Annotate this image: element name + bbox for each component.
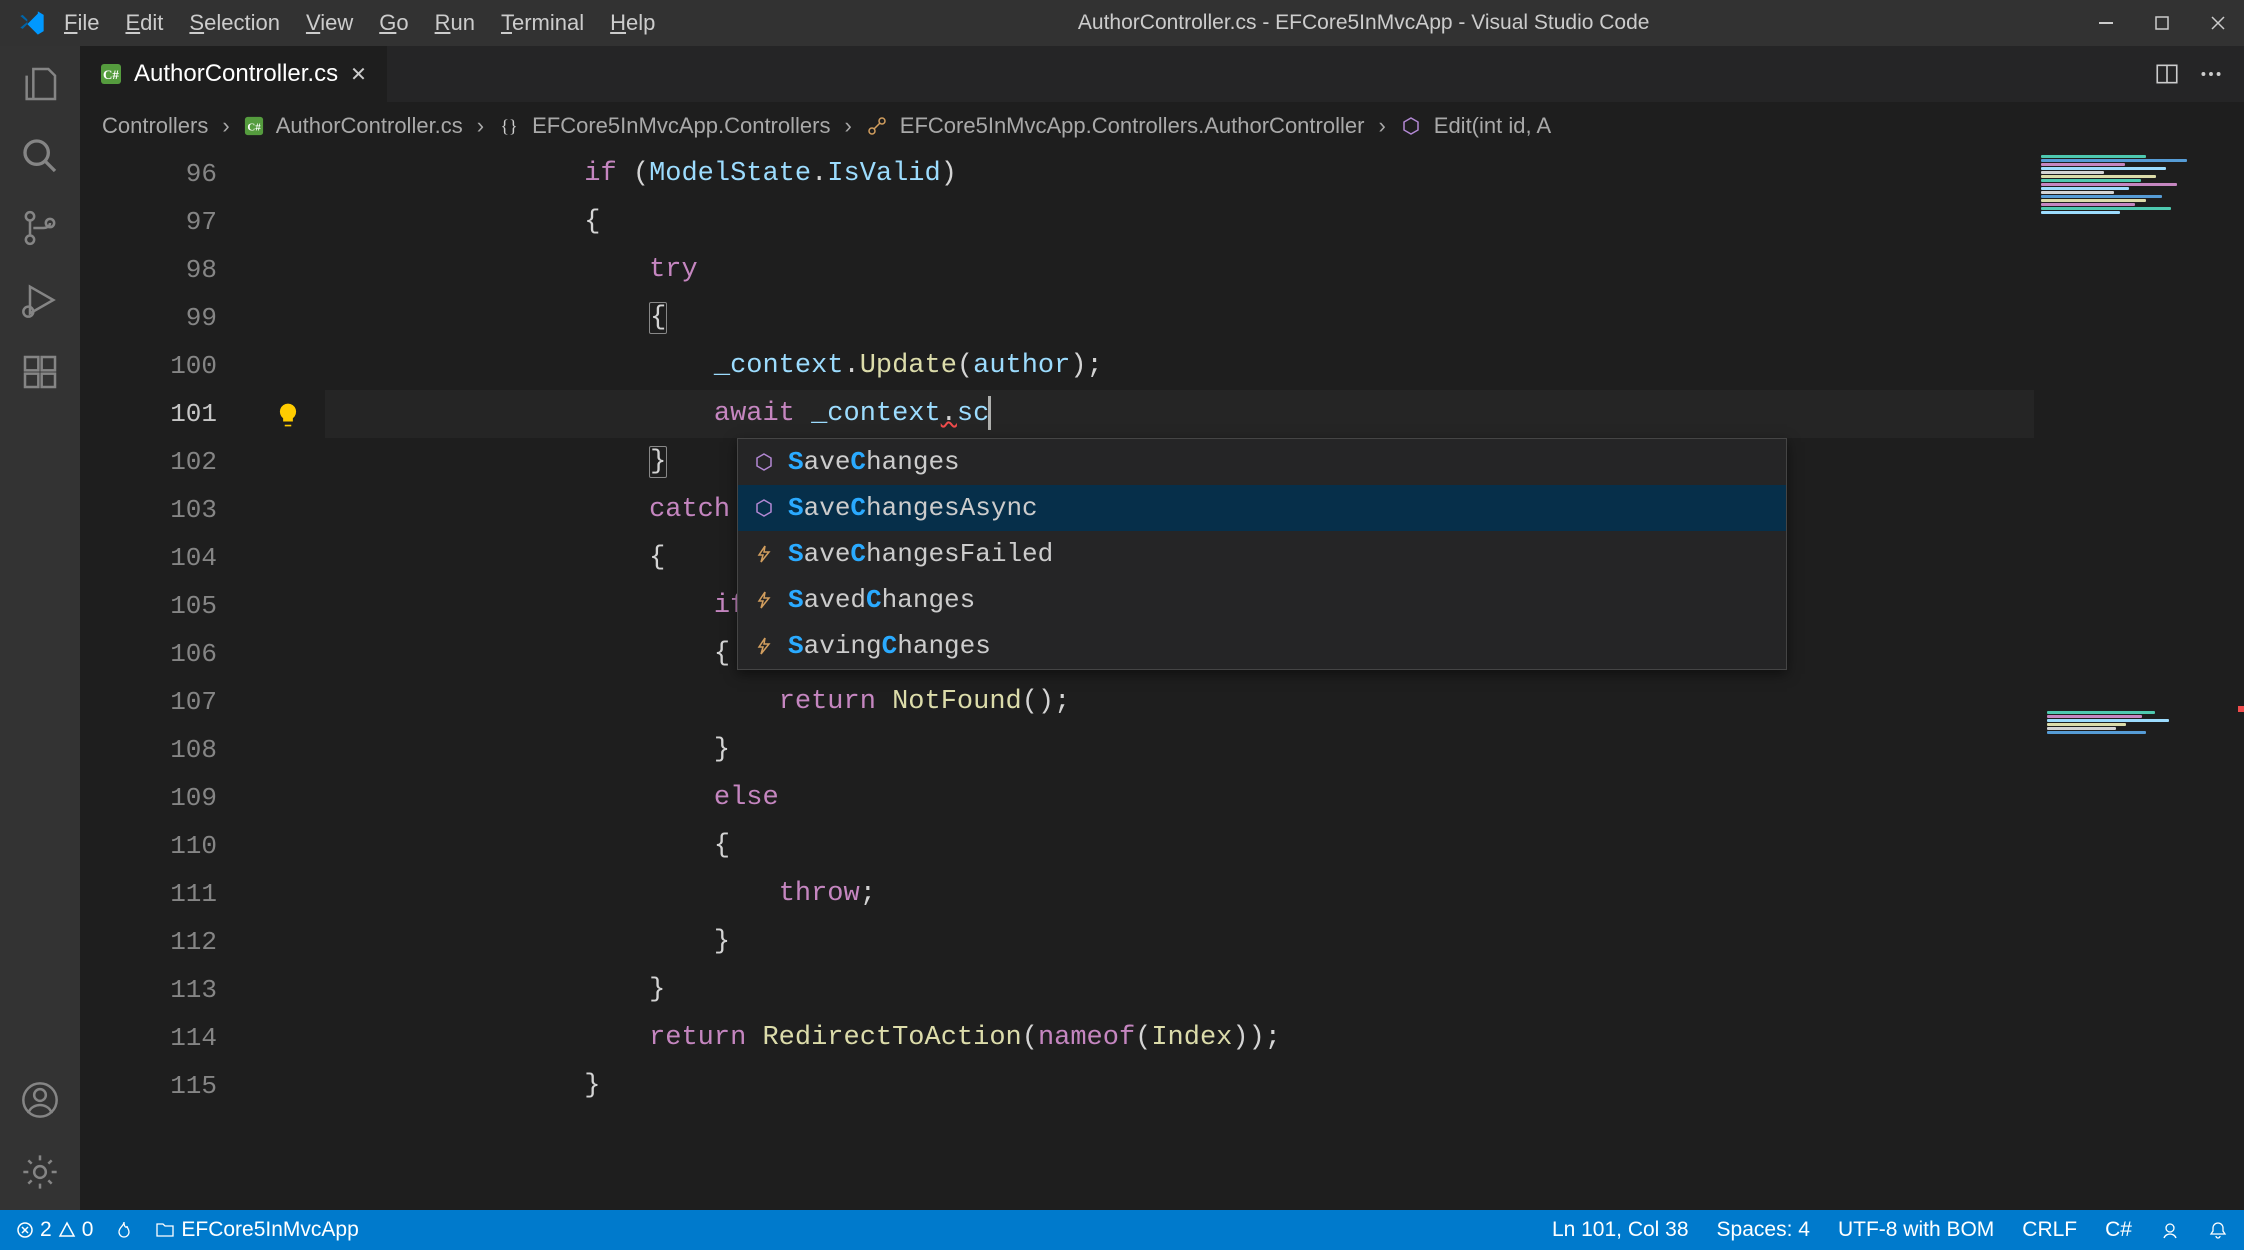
intellisense-label: SaveChangesFailed (788, 539, 1053, 569)
class-icon (866, 115, 888, 137)
editor[interactable]: 96 97 98 99 100 101 102 103 104 105 106 … (80, 150, 2244, 1210)
intellisense-label: SaveChangesAsync (788, 493, 1038, 523)
line-number-gutter: 96 97 98 99 100 101 102 103 104 105 106 … (80, 150, 255, 1210)
breadcrumb-segment[interactable]: EFCore5InMvcApp.Controllers (532, 113, 830, 139)
breadcrumb-segment[interactable]: Controllers (102, 113, 208, 139)
chevron-right-icon: › (222, 113, 229, 139)
chevron-right-icon: › (1378, 113, 1385, 139)
intellisense-item[interactable]: SaveChangesFailed (738, 531, 1786, 577)
menu-run[interactable]: Run (435, 10, 475, 36)
svg-text:C#: C# (103, 67, 119, 82)
explorer-icon[interactable] (20, 64, 60, 104)
maximize-button[interactable] (2148, 9, 2176, 37)
chevron-right-icon: › (844, 113, 851, 139)
vscode-logo-icon (18, 9, 46, 37)
tab-authorcontroller[interactable]: C# AuthorController.cs ✕ (80, 46, 388, 102)
intellisense-label: SaveChanges (788, 447, 960, 477)
minimize-button[interactable] (2092, 9, 2120, 37)
feedback-icon[interactable] (2160, 1220, 2180, 1240)
method-icon (752, 450, 776, 474)
menu-bar: File Edit Selection View Go Run Terminal… (64, 10, 655, 36)
event-icon (752, 542, 776, 566)
status-indent[interactable]: Spaces: 4 (1717, 1218, 1810, 1242)
svg-text:C#: C# (247, 122, 261, 134)
method-icon (752, 496, 776, 520)
breadcrumb-segment[interactable]: Edit(int id, A (1434, 113, 1551, 139)
titlebar: File Edit Selection View Go Run Terminal… (0, 0, 2244, 46)
menu-go[interactable]: Go (379, 10, 408, 36)
breadcrumb-segment[interactable]: AuthorController.cs (276, 113, 463, 139)
status-flame-icon[interactable] (115, 1220, 133, 1240)
status-language[interactable]: C# (2105, 1218, 2132, 1242)
tab-close-icon[interactable]: ✕ (350, 62, 367, 87)
split-editor-icon[interactable] (2154, 61, 2180, 87)
namespace-icon: {} (498, 115, 520, 137)
settings-gear-icon[interactable] (20, 1152, 60, 1192)
intellisense-item[interactable]: SavedChanges (738, 577, 1786, 623)
status-problems[interactable]: 2 0 (16, 1218, 93, 1242)
notifications-icon[interactable] (2208, 1220, 2228, 1240)
menu-help[interactable]: Help (610, 10, 655, 36)
csharp-file-icon: C# (100, 63, 122, 85)
event-icon (752, 634, 776, 658)
chevron-right-icon: › (477, 113, 484, 139)
menu-edit[interactable]: Edit (125, 10, 163, 36)
menu-file[interactable]: File (64, 10, 99, 36)
accounts-icon[interactable] (20, 1080, 60, 1120)
tab-label: AuthorController.cs (134, 60, 338, 88)
window-title: AuthorController.cs - EFCore5InMvcApp - … (655, 11, 2072, 35)
run-debug-icon[interactable] (20, 280, 60, 320)
lightbulb-icon[interactable] (275, 402, 301, 428)
intellisense-label: SavedChanges (788, 585, 975, 615)
search-icon[interactable] (20, 136, 60, 176)
extensions-icon[interactable] (20, 352, 60, 392)
intellisense-item[interactable]: SaveChanges (738, 439, 1786, 485)
activity-bar (0, 46, 80, 1210)
intellisense-popup[interactable]: SaveChanges SaveChangesAsync SaveChanges… (737, 438, 1787, 670)
statusbar: 2 0 EFCore5InMvcApp Ln 101, Col 38 Space… (0, 1210, 2244, 1250)
menu-terminal[interactable]: Terminal (501, 10, 584, 36)
text-cursor (988, 396, 991, 430)
event-icon (752, 588, 776, 612)
status-encoding[interactable]: UTF-8 with BOM (1838, 1218, 1994, 1242)
status-project[interactable]: EFCore5InMvcApp (155, 1218, 358, 1242)
status-position[interactable]: Ln 101, Col 38 (1552, 1218, 1689, 1242)
more-actions-icon[interactable] (2198, 61, 2224, 87)
glyph-margin (255, 150, 325, 1210)
minimap[interactable] (2034, 150, 2244, 1210)
svg-text:{}: {} (500, 116, 517, 136)
intellisense-label: SavingChanges (788, 631, 991, 661)
tab-bar: C# AuthorController.cs ✕ (80, 46, 2244, 102)
status-eol[interactable]: CRLF (2022, 1218, 2077, 1242)
source-control-icon[interactable] (20, 208, 60, 248)
code-area[interactable]: if (ModelState.IsValid) { try { _context… (325, 150, 2034, 1210)
breadcrumb[interactable]: Controllers › C# AuthorController.cs › {… (80, 102, 2244, 150)
close-button[interactable] (2204, 9, 2232, 37)
method-icon (1400, 115, 1422, 137)
menu-selection[interactable]: Selection (189, 10, 280, 36)
intellisense-item-selected[interactable]: SaveChangesAsync (738, 485, 1786, 531)
menu-view[interactable]: View (306, 10, 353, 36)
intellisense-item[interactable]: SavingChanges (738, 623, 1786, 669)
breadcrumb-segment[interactable]: EFCore5InMvcApp.Controllers.AuthorContro… (900, 113, 1365, 139)
csharp-file-icon: C# (244, 116, 264, 136)
